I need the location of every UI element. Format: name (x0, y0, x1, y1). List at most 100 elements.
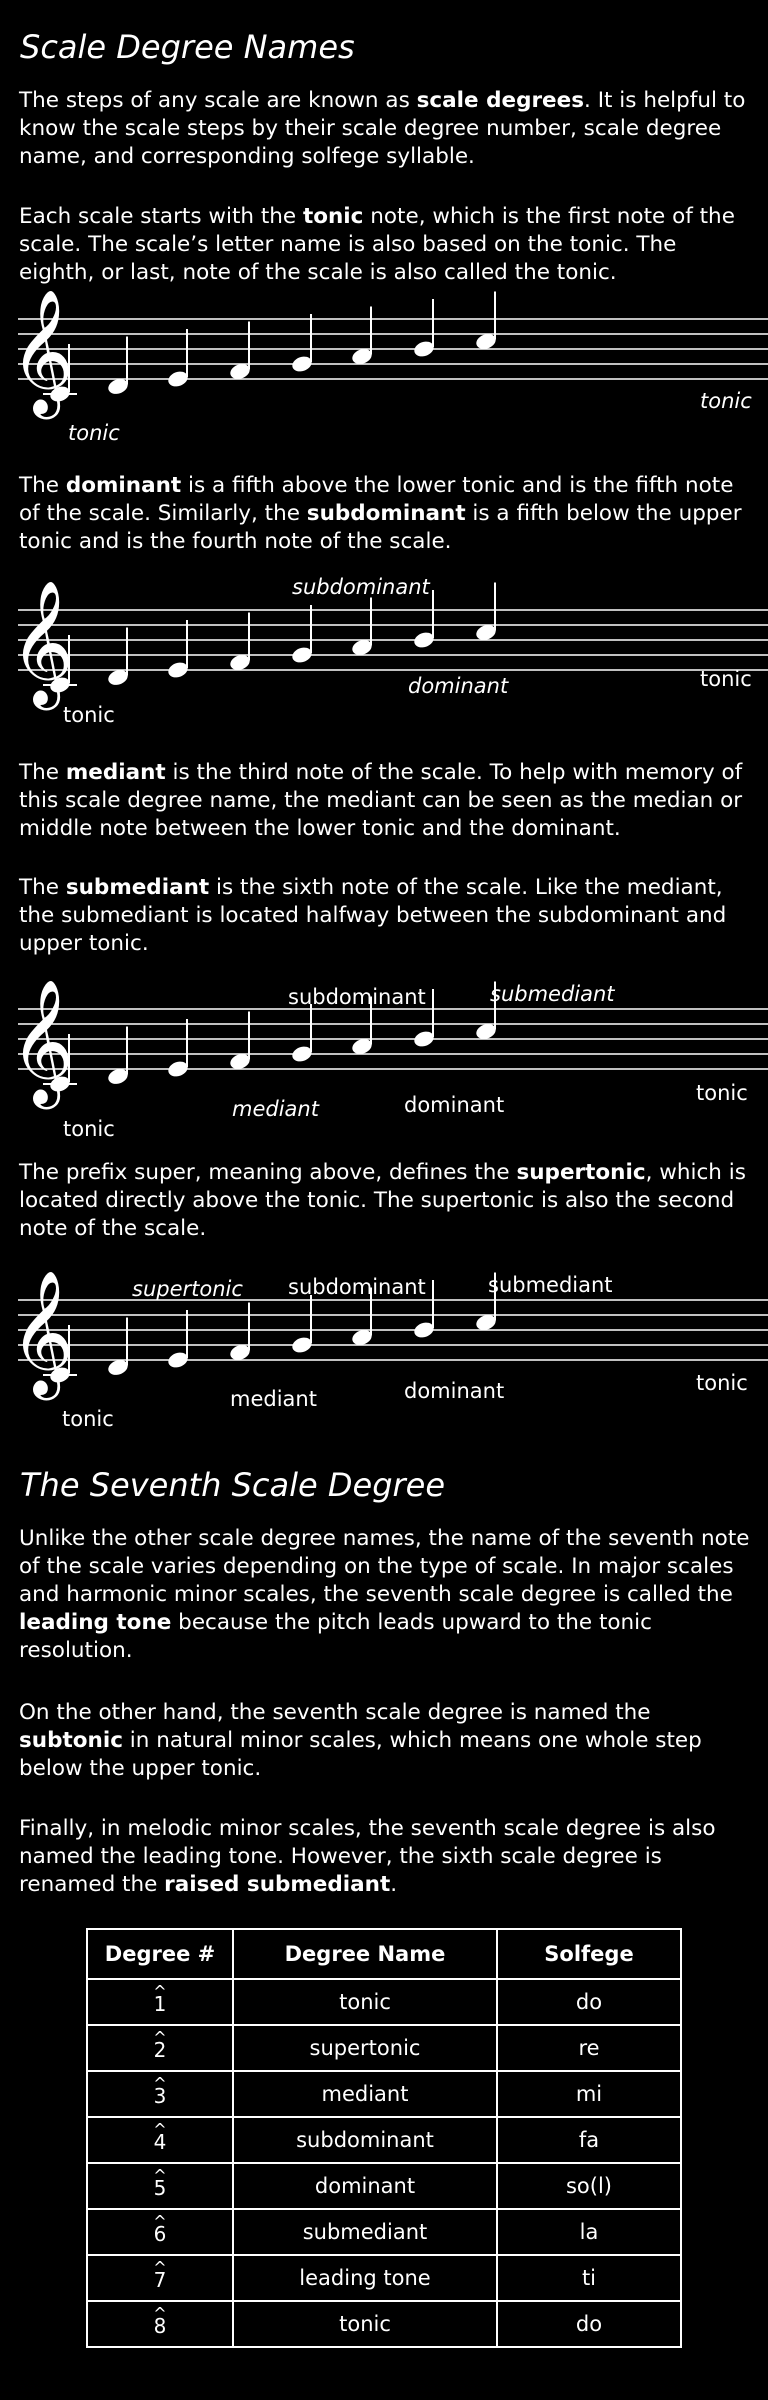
degree-number: ^ 5 (153, 2166, 167, 2200)
label-tonic-high: tonic (696, 1371, 748, 1395)
supertonic-paragraph: The prefix super, meaning above, defines… (19, 1160, 746, 1241)
label-dominant: dominant (404, 1379, 504, 1403)
degree-number-cell: ^ 3 (86, 2070, 234, 2118)
degree-number: ^ 2 (153, 2028, 167, 2062)
note-degree-2 (108, 627, 128, 685)
label-tonic-low: tonic (63, 703, 115, 727)
table-row: ^ 2 supertonic re (86, 2024, 682, 2072)
degree-name-cell: dominant (232, 2162, 498, 2210)
solfege-cell: la (496, 2208, 682, 2256)
note-degree-5 (292, 1295, 312, 1353)
label-tonic-low: tonic (68, 421, 120, 445)
caret-icon: ^ (153, 2304, 167, 2323)
label-tonic-high: tonic (696, 1081, 748, 1105)
note-degree-6 (352, 597, 372, 655)
note-degree-3 (168, 329, 188, 387)
note-degree-2 (108, 1026, 128, 1084)
table-row: ^ 6 submediant la (86, 2208, 682, 2256)
degree-number-cell: ^ 1 (86, 1978, 234, 2026)
degree-name-cell: mediant (232, 2070, 498, 2118)
caret-icon: ^ (153, 2074, 167, 2093)
note-degree-3 (168, 620, 188, 678)
table-row: ^ 4 subdominant fa (86, 2116, 682, 2164)
degree-number-cell: ^ 7 (86, 2254, 234, 2302)
note-degree-7 (414, 299, 434, 357)
scale-degree-table: Degree # Degree Name Solfege ^ 1 tonic do ^ 2… (86, 1928, 682, 2348)
label-tonic-low: tonic (62, 1407, 114, 1431)
page-title: Scale Degree Names (20, 28, 355, 66)
degree-number: ^ 8 (153, 2304, 167, 2338)
tonic-paragraph: Each scale starts with the tonic note, w… (19, 204, 735, 285)
solfege-cell: mi (496, 2070, 682, 2118)
caret-icon: ^ (153, 2120, 167, 2139)
degree-number: ^ 7 (153, 2258, 167, 2292)
note-degree-3 (168, 1019, 188, 1077)
degree-number: ^ 6 (153, 2212, 167, 2246)
note-degree-2 (108, 336, 128, 394)
table-row: ^ 7 leading tone ti (86, 2254, 682, 2302)
degree-name-cell: tonic (232, 1978, 498, 2026)
note-degree-6 (352, 306, 372, 364)
caret-icon: ^ (153, 1982, 167, 2001)
leading-tone-paragraph: Unlike the other scale degree names, the… (19, 1526, 750, 1663)
column-header-degree-number: Degree # (86, 1928, 234, 1980)
section-title-seventh-degree: The Seventh Scale Degree (20, 1466, 446, 1504)
column-header-solfege: Solfege (496, 1928, 682, 1980)
solfege-cell: ti (496, 2254, 682, 2302)
label-mediant: mediant (230, 1387, 317, 1411)
degree-number: ^ 3 (153, 2074, 167, 2108)
label-submediant: submediant (488, 1273, 613, 1297)
degree-number-cell: ^ 8 (86, 2300, 234, 2348)
degree-name-cell: supertonic (232, 2024, 498, 2072)
degree-name-cell: tonic (232, 2300, 498, 2348)
table-row: ^ 8 tonic do (86, 2300, 682, 2348)
table-header-row: Degree # Degree Name Solfege (86, 1928, 682, 1980)
note-degree-8 (476, 582, 496, 640)
staff-tonic: 𝄞 tonic tonic (10, 289, 768, 445)
degree-name-cell: subdominant (232, 2116, 498, 2164)
caret-icon: ^ (153, 2166, 167, 2185)
intro-paragraph: The steps of any scale are known as scal… (19, 88, 746, 169)
label-tonic-high: tonic (700, 389, 752, 413)
caret-icon: ^ (153, 2212, 167, 2231)
note-degree-8 (476, 291, 496, 349)
degree-number: ^ 4 (153, 2120, 167, 2154)
degree-number: ^ 1 (153, 1982, 167, 2016)
table-row: ^ 3 mediant mi (86, 2070, 682, 2118)
note-degree-5 (292, 314, 312, 372)
solfege-cell: do (496, 1978, 682, 2026)
note-degree-5 (292, 1004, 312, 1062)
degree-number-cell: ^ 5 (86, 2162, 234, 2210)
note-degree-3 (168, 1310, 188, 1368)
label-submediant: submediant (490, 982, 615, 1006)
label-subdominant: subdominant (288, 985, 426, 1009)
subtonic-paragraph: On the other hand, the seventh scale deg… (19, 1700, 702, 1781)
staff-dominant: 𝄞 subdominant dominant tonic tonic (10, 575, 768, 727)
note-degree-4 (230, 1011, 250, 1069)
solfege-cell: so(l) (496, 2162, 682, 2210)
solfege-cell: fa (496, 2116, 682, 2164)
label-dominant: dominant (408, 674, 509, 698)
label-dominant: dominant (404, 1093, 504, 1117)
label-mediant: mediant (232, 1097, 320, 1121)
table-row: ^ 1 tonic do (86, 1978, 682, 2026)
mediant-paragraph: The mediant is the third note of the sca… (19, 760, 743, 841)
dominant-paragraph: The dominant is a fifth above the lower … (19, 473, 742, 554)
note-degree-4 (230, 612, 250, 670)
degree-name-cell: leading tone (232, 2254, 498, 2302)
staff-mediant-submediant: 𝄞 subdominant submediant mediant dominan… (10, 979, 768, 1141)
solfege-cell: re (496, 2024, 682, 2072)
caret-icon: ^ (153, 2028, 167, 2047)
table-row: ^ 5 dominant so(l) (86, 2162, 682, 2210)
degree-number-cell: ^ 2 (86, 2024, 234, 2072)
degree-name-cell: submediant (232, 2208, 498, 2256)
degree-number-cell: ^ 6 (86, 2208, 234, 2256)
staff-supertonic: 𝄞 supertonic subdominant submediant medi… (10, 1270, 768, 1431)
label-tonic-high: tonic (700, 667, 752, 691)
note-degree-4 (230, 1302, 250, 1360)
degree-number-cell: ^ 4 (86, 2116, 234, 2164)
note-degree-5 (292, 605, 312, 663)
label-subdominant: subdominant (292, 575, 431, 599)
note-degree-4 (230, 321, 250, 379)
submediant-paragraph: The submediant is the sixth note of the … (19, 875, 727, 956)
